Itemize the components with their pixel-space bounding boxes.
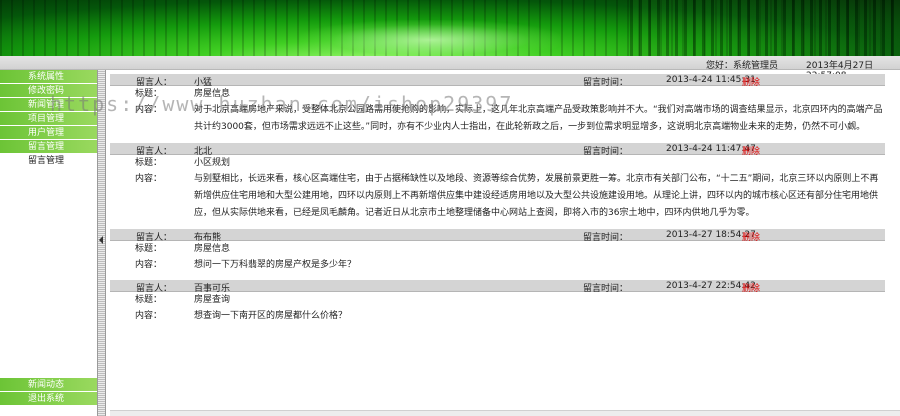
header-banner [0, 0, 900, 60]
content-label: 内容： [134, 174, 162, 184]
sidebar-bottom: 新闻动态 退出系统 [0, 378, 97, 406]
title-label: 标题： [134, 244, 162, 254]
message-header: 留言人： 百事可乐 留言时间： 2013-4-27 22:54:42 删除 [110, 280, 885, 294]
title-row: 标题： 小区规划 [110, 155, 885, 171]
watermark: https://www.huzhan.com/ishop29397 [50, 92, 514, 116]
sidebar-item-news-feed[interactable]: 新闻动态 [0, 378, 97, 392]
message-header: 留言人： 布布熊 留言时间： 2013-4-27 18:54:27 删除 [110, 229, 885, 243]
message-title: 房屋信息 [194, 244, 231, 254]
status-bar: 您好：系统管理员 2013年4月27日 22:57:08 [0, 56, 900, 81]
title-row: 标题： 房屋信息 [110, 241, 885, 257]
title-label: 标题： [134, 158, 162, 168]
message-item: 留言人： 布布熊 留言时间： 2013-4-27 18:54:27 删除 标题：… [110, 229, 885, 273]
banner-glow [300, 20, 560, 60]
content-label: 内容： [134, 311, 162, 321]
current-user: 您好：系统管理员 [706, 61, 779, 71]
content-row: 内容： 想查询一下南开区的房屋都什么价格？ [110, 308, 885, 324]
message-header: 留言人： 北北 留言时间： 2013-4-24 11:47:47 删除 [110, 143, 885, 157]
message-header: 留言人： 小猛 留言时间： 2013-4-24 11:45:31 删除 [110, 74, 885, 88]
message-item: 留言人： 百事可乐 留言时间： 2013-4-27 22:54:42 删除 标题… [110, 280, 885, 324]
message-content: 想问一下万科翡翠的房屋产权是多少年？ [194, 260, 357, 270]
sidebar-item-user-management[interactable]: 用户管理 [0, 126, 97, 140]
message-content: 想查询一下南开区的房屋都什么价格？ [194, 311, 348, 321]
footer-bar [110, 410, 900, 416]
sidebar-subitem-message-management[interactable]: 留言管理 [0, 154, 97, 168]
sidebar-toggle[interactable] [97, 70, 106, 416]
message-item: 留言人： 北北 留言时间： 2013-4-24 11:47:47 删除 标题： … [110, 143, 885, 222]
message-content: 与别墅相比，长远来看，核心区高端住宅，由于占据稀缺性以及地段、资源等综合优势，发… [194, 174, 879, 218]
sidebar-item-logout[interactable]: 退出系统 [0, 392, 97, 406]
sidebar-item-message-management[interactable]: 留言管理 [0, 140, 97, 154]
sidebar-item-system-properties[interactable]: 系统属性 [0, 70, 97, 84]
message-title: 小区规划 [194, 158, 231, 168]
message-title: 房屋查询 [194, 295, 231, 305]
content-row: 内容： 想问一下万科翡翠的房屋产权是多少年？ [110, 257, 885, 273]
collapse-arrow-icon[interactable] [99, 236, 103, 244]
sidebar: 系统属性 修改密码 新闻管理 项目管理 用户管理 留言管理 留言管理 新闻动态 … [0, 70, 97, 416]
title-label: 标题： [134, 295, 162, 305]
content-row: 内容： 与别墅相比，长远来看，核心区高端住宅，由于占据稀缺性以及地段、资源等综合… [110, 171, 885, 222]
banner-stripes [630, 0, 900, 56]
content-label: 内容： [134, 260, 162, 270]
title-row: 标题： 房屋查询 [110, 292, 885, 308]
